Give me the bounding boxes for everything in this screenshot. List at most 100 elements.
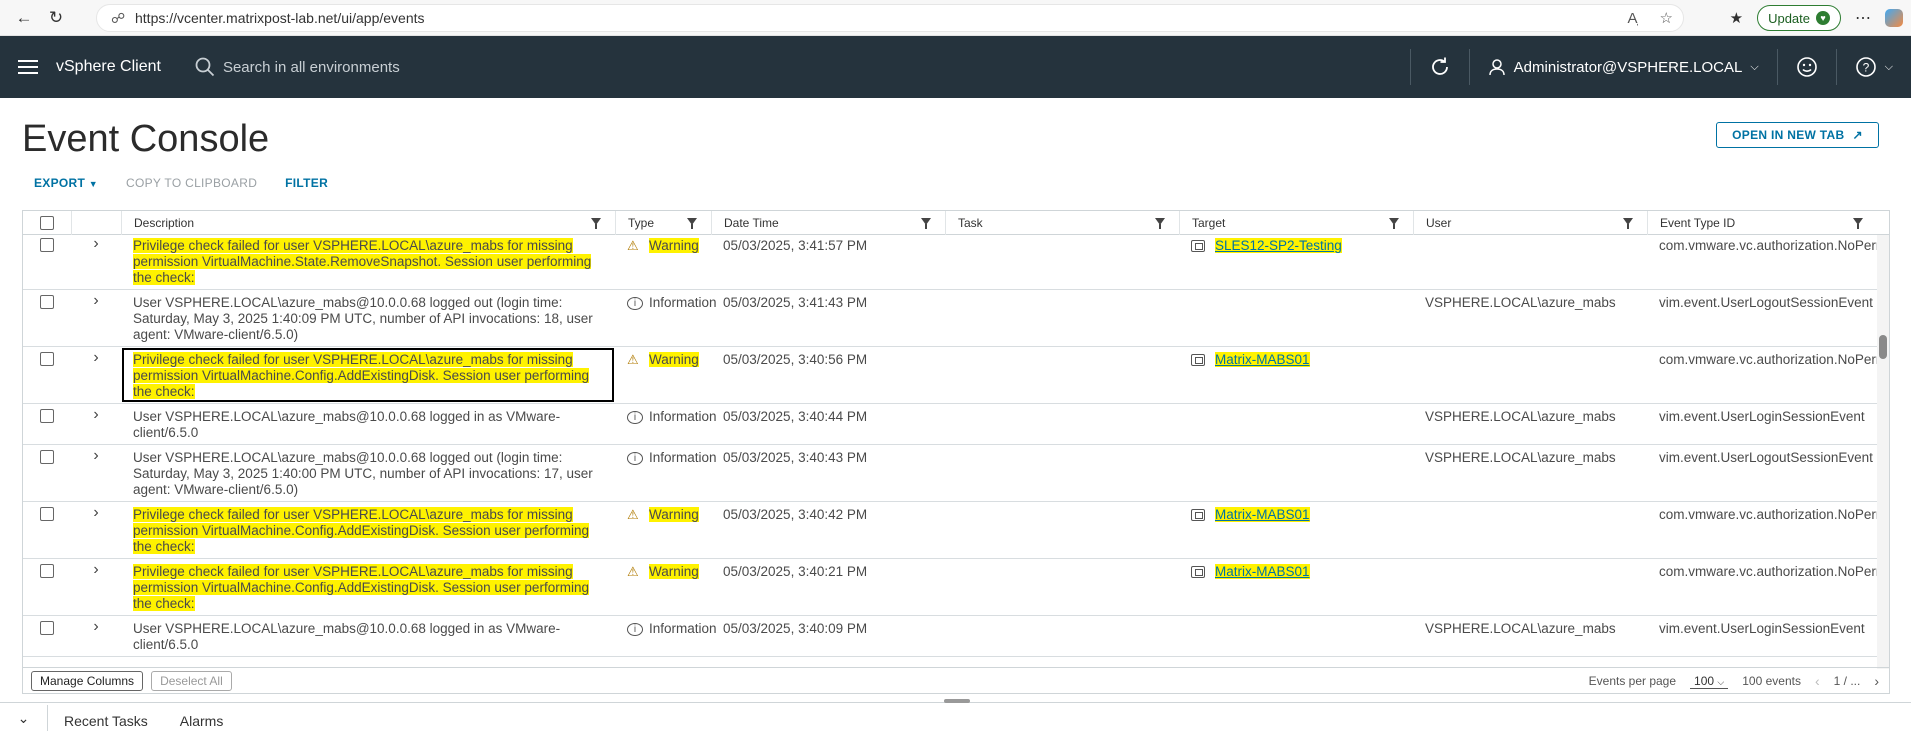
grid-scrollbar[interactable] — [1877, 235, 1889, 669]
target-link[interactable]: Matrix-MABS01 — [1215, 564, 1310, 579]
filter-icon[interactable] — [687, 218, 697, 229]
table-row[interactable]: › Privilege check failed for user VSPHER… — [23, 347, 1889, 404]
read-aloud-icon[interactable]: Aֽ — [1628, 10, 1638, 27]
favorites-icon[interactable]: ★ — [1730, 9, 1743, 27]
column-header-type[interactable]: Type — [615, 211, 711, 235]
row-task — [945, 616, 1179, 656]
row-type: i Information — [615, 290, 717, 346]
update-button[interactable]: Update ♥ — [1757, 5, 1841, 31]
info-icon: i — [627, 297, 643, 310]
chevron-right-icon[interactable]: › — [93, 619, 98, 653]
chevron-right-icon[interactable]: › — [93, 407, 98, 441]
next-page-icon[interactable]: › — [1874, 673, 1879, 689]
panel-resize-handle[interactable] — [944, 699, 970, 703]
tab-recent-tasks[interactable]: Recent Tasks — [48, 711, 164, 731]
row-user — [1413, 347, 1647, 403]
row-type: ⚠ Warning — [615, 559, 711, 615]
column-header-target[interactable]: Target — [1179, 211, 1413, 235]
warning-icon: ⚠ — [627, 238, 639, 253]
row-checkbox[interactable] — [40, 352, 54, 366]
chevron-right-icon[interactable]: › — [93, 505, 98, 555]
manage-columns-button[interactable]: Manage Columns — [31, 670, 144, 691]
row-checkbox[interactable] — [40, 564, 54, 578]
table-row[interactable]: › User VSPHERE.LOCAL\azure_mabs@10.0.0.6… — [23, 404, 1889, 445]
row-checkbox[interactable] — [40, 621, 54, 635]
chevron-right-icon[interactable]: › — [93, 448, 98, 498]
row-checkbox[interactable] — [40, 238, 54, 252]
row-description: User VSPHERE.LOCAL\azure_mabs@10.0.0.68 … — [133, 621, 561, 652]
more-icon[interactable]: ⋯ — [1855, 8, 1871, 28]
table-row[interactable]: › Privilege check failed for user VSPHER… — [23, 559, 1889, 616]
scrollbar-thumb[interactable] — [1879, 335, 1887, 359]
row-task — [945, 347, 1179, 403]
user-menu[interactable]: Administrator@VSPHERE.LOCAL ⌵ — [1470, 36, 1777, 98]
row-checkbox[interactable] — [40, 409, 54, 423]
row-cell-select — [23, 290, 71, 346]
search-icon — [195, 57, 215, 77]
vm-icon — [1191, 354, 1205, 366]
reload-icon[interactable]: ↻ — [40, 4, 72, 32]
column-header-user[interactable]: User — [1413, 211, 1647, 235]
vm-icon — [1191, 240, 1205, 252]
row-checkbox[interactable] — [40, 295, 54, 309]
app-title[interactable]: vSphere Client — [56, 58, 161, 76]
chevron-right-icon[interactable]: › — [93, 562, 98, 612]
chevron-right-icon[interactable]: › — [93, 293, 98, 343]
search-placeholder: Search in all environments — [222, 58, 400, 76]
filter-icon[interactable] — [591, 218, 601, 229]
target-link[interactable]: SLES12-SP2-Testing — [1215, 238, 1342, 253]
table-row[interactable]: › User VSPHERE.LOCAL\azure_mabs@10.0.0.6… — [23, 445, 1889, 502]
menu-icon[interactable] — [0, 66, 56, 68]
filter-icon[interactable] — [921, 218, 931, 229]
filter-icon[interactable] — [1389, 218, 1399, 229]
table-row[interactable]: › User VSPHERE.LOCAL\azure_mabs@10.0.0.6… — [23, 616, 1889, 657]
update-badge-icon: ♥ — [1816, 11, 1830, 25]
row-checkbox[interactable] — [40, 507, 54, 521]
column-header-datetime[interactable]: Date Time — [711, 211, 945, 235]
table-row[interactable]: › User VSPHERE.LOCAL\azure_mabs@10.0.0.6… — [23, 290, 1889, 347]
back-icon[interactable]: ← — [8, 4, 40, 32]
open-in-new-tab-button[interactable]: OPEN IN NEW TAB ↗ — [1716, 122, 1879, 148]
target-link[interactable]: Matrix-MABS01 — [1215, 352, 1310, 367]
filter-button[interactable]: FILTER — [285, 176, 328, 190]
row-target: Matrix-MABS01 — [1179, 502, 1413, 558]
select-all-checkbox[interactable] — [40, 216, 54, 230]
row-event-type-id: vim.event.UserLoginSessionEvent — [1659, 621, 1865, 636]
row-cell-select — [23, 347, 71, 403]
chevron-right-icon[interactable]: › — [93, 236, 98, 286]
prev-page-icon[interactable]: ‹ — [1815, 673, 1820, 689]
tab-alarms[interactable]: Alarms — [164, 711, 240, 731]
favorite-star-icon[interactable]: ☆ — [1660, 9, 1673, 27]
column-header-event-type-id[interactable]: Event Type ID — [1647, 211, 1877, 235]
row-datetime: 05/03/2025, 3:40:09 PM — [723, 621, 868, 636]
events-per-page-select[interactable]: 100 ⌵ — [1690, 674, 1729, 689]
row-type: ⚠ Warning — [615, 347, 711, 403]
deselect-all-button[interactable]: Deselect All — [151, 670, 232, 691]
filter-icon[interactable] — [1623, 218, 1633, 229]
feedback-button[interactable] — [1778, 36, 1836, 98]
filter-icon[interactable] — [1155, 218, 1165, 229]
chevron-right-icon[interactable]: › — [93, 350, 98, 400]
row-checkbox[interactable] — [40, 450, 54, 464]
collapse-panel-icon[interactable]: ⌄ — [0, 705, 48, 731]
column-header-description[interactable]: Description — [121, 211, 615, 235]
export-button[interactable]: EXPORT ▼ — [34, 176, 98, 190]
filter-icon[interactable] — [1853, 218, 1863, 229]
table-row[interactable]: › Privilege check failed for user VSPHER… — [23, 235, 1889, 290]
copy-to-clipboard-button[interactable]: COPY TO CLIPBOARD — [126, 176, 257, 190]
copilot-icon[interactable] — [1885, 9, 1903, 27]
refresh-button[interactable] — [1411, 36, 1469, 98]
vm-icon — [1191, 509, 1205, 521]
row-target — [1179, 404, 1413, 444]
help-button[interactable]: ? ⌵ — [1837, 36, 1911, 98]
target-link[interactable]: Matrix-MABS01 — [1215, 507, 1310, 522]
site-info-icon[interactable]: ☍ — [111, 10, 135, 27]
row-description: User VSPHERE.LOCAL\azure_mabs@10.0.0.68 … — [133, 450, 593, 497]
address-bar[interactable]: ☍ https://vcenter.matrixpost-lab.net/ui/… — [96, 4, 1684, 32]
row-event-type-id: com.vmware.vc.authorization.NoPermission — [1659, 352, 1889, 367]
global-search[interactable]: Search in all environments — [195, 57, 400, 77]
column-header-task[interactable]: Task — [945, 211, 1179, 235]
chevron-down-icon: ⌵ — [1884, 60, 1893, 73]
user-name: Administrator@VSPHERE.LOCAL — [1513, 58, 1743, 76]
table-row[interactable]: › Privilege check failed for user VSPHER… — [23, 502, 1889, 559]
